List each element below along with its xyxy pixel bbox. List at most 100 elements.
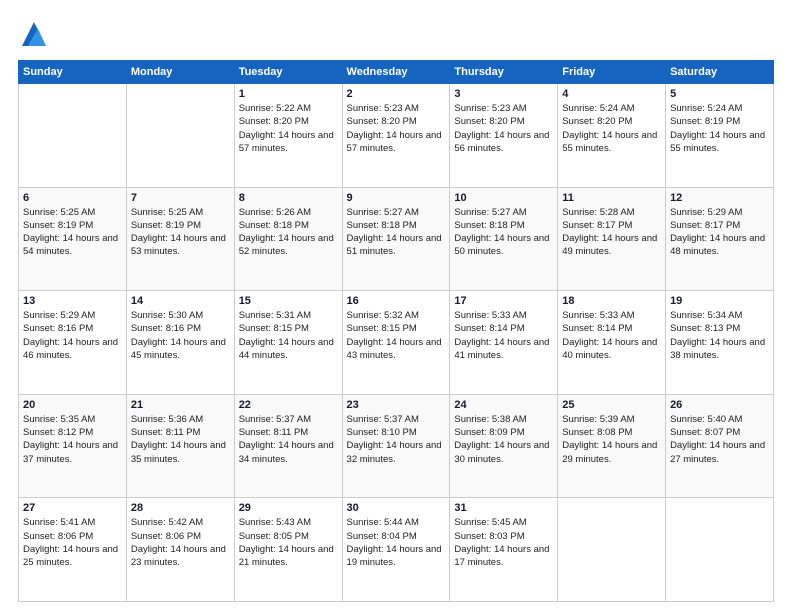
day-info: Sunrise: 5:22 AM Sunset: 8:20 PM Dayligh…: [239, 102, 338, 155]
calendar-cell: 12 Sunrise: 5:29 AM Sunset: 8:17 PM Dayli…: [666, 187, 774, 291]
calendar-cell: [19, 84, 127, 188]
calendar-cell: 23 Sunrise: 5:37 AM Sunset: 8:10 PM Dayli…: [342, 394, 450, 498]
day-info: Sunrise: 5:33 AM Sunset: 8:14 PM Dayligh…: [562, 309, 661, 362]
day-number: 26: [670, 399, 769, 411]
day-info: Sunrise: 5:28 AM Sunset: 8:17 PM Dayligh…: [562, 206, 661, 259]
calendar-cell: 27 Sunrise: 5:41 AM Sunset: 8:06 PM Dayli…: [19, 498, 127, 602]
calendar-cell: 14 Sunrise: 5:30 AM Sunset: 8:16 PM Dayli…: [126, 291, 234, 395]
logo-icon: [18, 18, 50, 50]
day-number: 28: [131, 502, 230, 514]
calendar-cell: 3 Sunrise: 5:23 AM Sunset: 8:20 PM Daylig…: [450, 84, 558, 188]
day-info: Sunrise: 5:37 AM Sunset: 8:11 PM Dayligh…: [239, 413, 338, 466]
day-number: 16: [347, 295, 446, 307]
day-info: Sunrise: 5:39 AM Sunset: 8:08 PM Dayligh…: [562, 413, 661, 466]
day-info: Sunrise: 5:45 AM Sunset: 8:03 PM Dayligh…: [454, 516, 553, 569]
calendar-cell: 29Sunrise: 5:43 AM Sunset: 8:05 PM Dayli…: [234, 498, 342, 602]
day-number: 5: [670, 88, 769, 100]
day-number: 22: [239, 399, 338, 411]
calendar-cell: 25 Sunrise: 5:39 AM Sunset: 8:08 PM Dayli…: [558, 394, 666, 498]
day-number: 27: [23, 502, 122, 514]
day-info: Sunrise: 5:38 AM Sunset: 8:09 PM Dayligh…: [454, 413, 553, 466]
calendar-cell: 7 Sunrise: 5:25 AM Sunset: 8:19 PM Daylig…: [126, 187, 234, 291]
day-number: 30: [347, 502, 446, 514]
calendar-cell: 10 Sunrise: 5:27 AM Sunset: 8:18 PM Dayli…: [450, 187, 558, 291]
calendar-cell: [126, 84, 234, 188]
day-number: 31: [454, 502, 553, 514]
calendar-cell: 9 Sunrise: 5:27 AM Sunset: 8:18 PM Daylig…: [342, 187, 450, 291]
day-number: 12: [670, 192, 769, 204]
calendar-cell: 6 Sunrise: 5:25 AM Sunset: 8:19 PM Daylig…: [19, 187, 127, 291]
day-number: 8: [239, 192, 338, 204]
day-number: 6: [23, 192, 122, 204]
day-info: Sunrise: 5:35 AM Sunset: 8:12 PM Dayligh…: [23, 413, 122, 466]
calendar-cell: [558, 498, 666, 602]
calendar-cell: 15 Sunrise: 5:31 AM Sunset: 8:15 PM Dayli…: [234, 291, 342, 395]
day-info: Sunrise: 5:42 AM Sunset: 8:06 PM Dayligh…: [131, 516, 230, 569]
day-number: 7: [131, 192, 230, 204]
calendar-week-3: 13 Sunrise: 5:29 AM Sunset: 8:16 PM Dayli…: [19, 291, 774, 395]
day-info: Sunrise: 5:40 AM Sunset: 8:07 PM Dayligh…: [670, 413, 769, 466]
day-info: Sunrise: 5:31 AM Sunset: 8:15 PM Dayligh…: [239, 309, 338, 362]
day-number: 23: [347, 399, 446, 411]
day-info: Sunrise: 5:34 AM Sunset: 8:13 PM Dayligh…: [670, 309, 769, 362]
header: [18, 18, 774, 50]
calendar-week-1: 1Sunrise: 5:22 AM Sunset: 8:20 PM Daylig…: [19, 84, 774, 188]
calendar-cell: 20Sunrise: 5:35 AM Sunset: 8:12 PM Dayli…: [19, 394, 127, 498]
day-info: Sunrise: 5:27 AM Sunset: 8:18 PM Dayligh…: [347, 206, 446, 259]
day-info: Sunrise: 5:25 AM Sunset: 8:19 PM Dayligh…: [23, 206, 122, 259]
day-info: Sunrise: 5:44 AM Sunset: 8:04 PM Dayligh…: [347, 516, 446, 569]
day-number: 25: [562, 399, 661, 411]
calendar-cell: 1Sunrise: 5:22 AM Sunset: 8:20 PM Daylig…: [234, 84, 342, 188]
calendar-cell: 5 Sunrise: 5:24 AM Sunset: 8:19 PM Daylig…: [666, 84, 774, 188]
calendar-week-4: 20Sunrise: 5:35 AM Sunset: 8:12 PM Dayli…: [19, 394, 774, 498]
day-number: 3: [454, 88, 553, 100]
day-info: Sunrise: 5:23 AM Sunset: 8:20 PM Dayligh…: [454, 102, 553, 155]
calendar-week-2: 6 Sunrise: 5:25 AM Sunset: 8:19 PM Daylig…: [19, 187, 774, 291]
calendar-cell: 26 Sunrise: 5:40 AM Sunset: 8:07 PM Dayli…: [666, 394, 774, 498]
day-info: Sunrise: 5:24 AM Sunset: 8:20 PM Dayligh…: [562, 102, 661, 155]
day-info: Sunrise: 5:41 AM Sunset: 8:06 PM Dayligh…: [23, 516, 122, 569]
day-number: 24: [454, 399, 553, 411]
day-info: Sunrise: 5:29 AM Sunset: 8:16 PM Dayligh…: [23, 309, 122, 362]
header-saturday: Saturday: [666, 61, 774, 84]
calendar-week-5: 27 Sunrise: 5:41 AM Sunset: 8:06 PM Dayli…: [19, 498, 774, 602]
day-number: 9: [347, 192, 446, 204]
day-info: Sunrise: 5:26 AM Sunset: 8:18 PM Dayligh…: [239, 206, 338, 259]
header-tuesday: Tuesday: [234, 61, 342, 84]
day-info: Sunrise: 5:33 AM Sunset: 8:14 PM Dayligh…: [454, 309, 553, 362]
logo: [18, 18, 54, 50]
day-number: 29: [239, 502, 338, 514]
calendar-cell: 4 Sunrise: 5:24 AM Sunset: 8:20 PM Daylig…: [558, 84, 666, 188]
day-number: 17: [454, 295, 553, 307]
day-info: Sunrise: 5:29 AM Sunset: 8:17 PM Dayligh…: [670, 206, 769, 259]
day-number: 14: [131, 295, 230, 307]
day-info: Sunrise: 5:30 AM Sunset: 8:16 PM Dayligh…: [131, 309, 230, 362]
day-number: 15: [239, 295, 338, 307]
calendar-header-row: SundayMondayTuesdayWednesdayThursdayFrid…: [19, 61, 774, 84]
day-number: 18: [562, 295, 661, 307]
day-info: Sunrise: 5:25 AM Sunset: 8:19 PM Dayligh…: [131, 206, 230, 259]
calendar-cell: 24 Sunrise: 5:38 AM Sunset: 8:09 PM Dayli…: [450, 394, 558, 498]
day-number: 13: [23, 295, 122, 307]
calendar-cell: 30 Sunrise: 5:44 AM Sunset: 8:04 PM Dayli…: [342, 498, 450, 602]
calendar-cell: 17 Sunrise: 5:33 AM Sunset: 8:14 PM Dayli…: [450, 291, 558, 395]
day-info: Sunrise: 5:27 AM Sunset: 8:18 PM Dayligh…: [454, 206, 553, 259]
calendar-cell: 8 Sunrise: 5:26 AM Sunset: 8:18 PM Daylig…: [234, 187, 342, 291]
day-number: 11: [562, 192, 661, 204]
header-monday: Monday: [126, 61, 234, 84]
day-number: 19: [670, 295, 769, 307]
day-info: Sunrise: 5:37 AM Sunset: 8:10 PM Dayligh…: [347, 413, 446, 466]
day-info: Sunrise: 5:36 AM Sunset: 8:11 PM Dayligh…: [131, 413, 230, 466]
header-thursday: Thursday: [450, 61, 558, 84]
day-info: Sunrise: 5:24 AM Sunset: 8:19 PM Dayligh…: [670, 102, 769, 155]
day-number: 4: [562, 88, 661, 100]
day-number: 21: [131, 399, 230, 411]
day-number: 2: [347, 88, 446, 100]
calendar-cell: 11 Sunrise: 5:28 AM Sunset: 8:17 PM Dayli…: [558, 187, 666, 291]
calendar-cell: 18 Sunrise: 5:33 AM Sunset: 8:14 PM Dayli…: [558, 291, 666, 395]
header-sunday: Sunday: [19, 61, 127, 84]
calendar-cell: 31 Sunrise: 5:45 AM Sunset: 8:03 PM Dayli…: [450, 498, 558, 602]
calendar-cell: 19 Sunrise: 5:34 AM Sunset: 8:13 PM Dayli…: [666, 291, 774, 395]
day-number: 10: [454, 192, 553, 204]
calendar-cell: 22 Sunrise: 5:37 AM Sunset: 8:11 PM Dayli…: [234, 394, 342, 498]
